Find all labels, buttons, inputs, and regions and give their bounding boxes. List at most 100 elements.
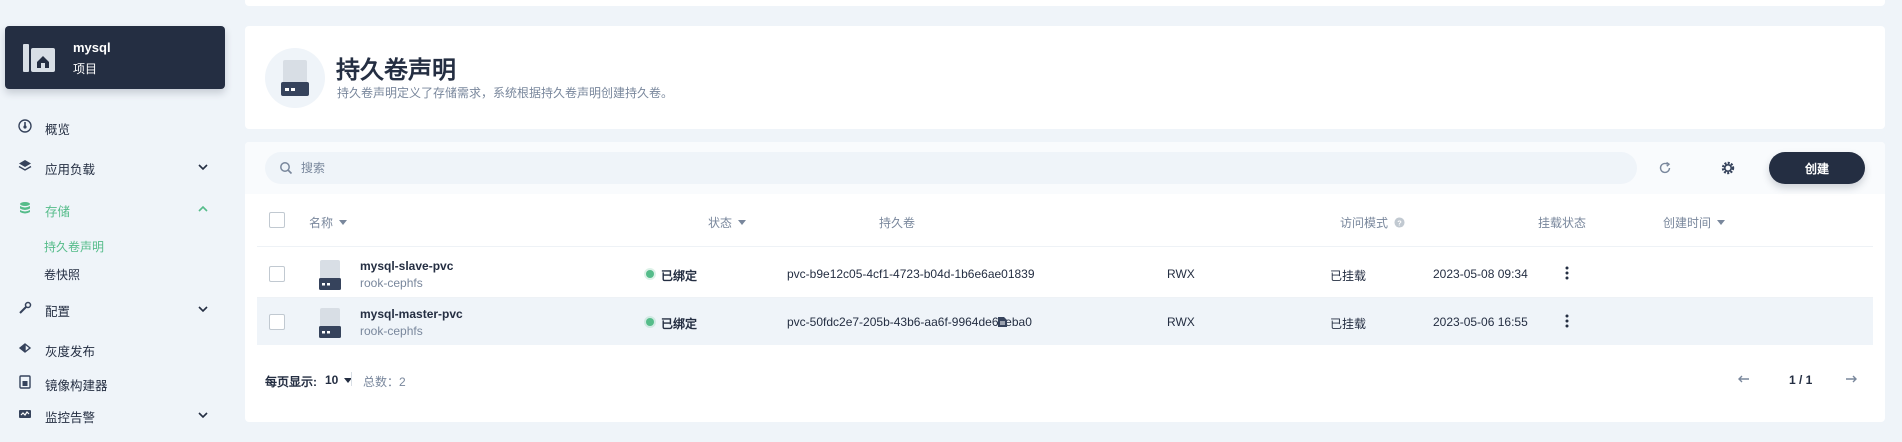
top-strip: [245, 0, 1885, 6]
sidebar-item-grayscale-release[interactable]: 灰度发布: [0, 334, 232, 362]
storage-class: rook-cephfs: [360, 324, 423, 338]
page-size-select[interactable]: 10: [325, 373, 353, 387]
sidebar-item-label: 存储: [45, 205, 71, 219]
mount-status: 已挂载: [1330, 317, 1367, 331]
access-mode: RWX: [1167, 267, 1195, 281]
caret-down-icon: [339, 220, 348, 225]
grayscale-release-icon: [18, 343, 32, 353]
project-type: 项目: [73, 62, 98, 76]
sidebar-item-label: 概览: [45, 123, 71, 137]
caret-down-icon: [738, 220, 747, 225]
sidebar-subitem-pvc[interactable]: 持久卷声明: [44, 238, 104, 255]
sidebar-item-storage[interactable]: 存储: [0, 194, 232, 222]
dashboard-icon: [18, 119, 32, 133]
project-name: mysql: [73, 40, 111, 55]
search-input[interactable]: [301, 152, 1621, 184]
row-checkbox[interactable]: [269, 266, 285, 282]
create-button[interactable]: 创建: [1769, 152, 1865, 184]
more-vertical-icon[interactable]: [1559, 264, 1575, 282]
page-size-value: 10: [325, 373, 339, 387]
pvc-list-card: 创建 名称 状态 持久卷 访问模式 ? 挂载状态 创建时间: [245, 142, 1885, 422]
select-all-checkbox[interactable]: [269, 212, 285, 228]
table-header: 名称 状态 持久卷 访问模式 ? 挂载状态 创建时间: [245, 194, 1885, 246]
svg-text:?: ?: [1397, 218, 1402, 227]
refresh-icon[interactable]: [1657, 160, 1673, 176]
chevron-up-icon: [198, 205, 208, 212]
search-box[interactable]: [265, 152, 1637, 184]
page-header: 持久卷声明 持久卷声明定义了存储需求，系统根据持久卷声明创建持久卷。: [245, 26, 1885, 129]
column-mount-status: 挂载状态: [1538, 214, 1586, 231]
sidebar-item-monitoring[interactable]: 监控告警: [0, 400, 232, 428]
list-toolbar: 创建: [245, 142, 1885, 194]
column-status[interactable]: 状态: [708, 214, 747, 231]
divider: [351, 372, 352, 386]
arrow-right-icon[interactable]: [1843, 371, 1859, 387]
help-icon[interactable]: ?: [1394, 217, 1405, 228]
sidebar-item-label: 镜像构建器: [45, 379, 108, 393]
sidebar-item-label: 应用负载: [45, 163, 96, 177]
pagination-footer: 每页显示: 10 总数：2 1 / 1: [245, 354, 1885, 404]
total-count: 总数：2: [363, 375, 406, 389]
sidebar-subitem-volume-snapshots[interactable]: 卷快照: [44, 266, 80, 283]
database-icon: [20, 202, 30, 214]
storage-disk-icon: [319, 308, 341, 338]
column-volume-label: 持久卷: [879, 216, 916, 230]
search-icon: [280, 162, 293, 175]
wrench-icon: [19, 301, 32, 314]
volume-name: pvc-50fdc2e7-205b-43b6-aa6f-9964de6eeba0: [787, 315, 1032, 329]
status-text: 已绑定: [661, 317, 698, 331]
page-size-label: 每页显示:: [265, 375, 317, 389]
column-access-mode-label: 访问模式: [1340, 216, 1389, 230]
layers-icon: [18, 160, 32, 171]
column-name[interactable]: 名称: [309, 214, 348, 231]
page-indicator: 1 / 1: [1789, 373, 1813, 387]
gear-icon[interactable]: [1720, 160, 1736, 176]
status-text: 已绑定: [661, 269, 698, 283]
copy-document-icon[interactable]: [997, 316, 1008, 328]
sidebar: mysql 项目 概览 应用负载 存储 持久卷声明 卷快照 配置 灰度发布 镜像…: [0, 0, 232, 442]
status-dot-icon: [646, 270, 654, 278]
monitoring-icon: [19, 410, 31, 418]
access-mode: RWX: [1167, 315, 1195, 329]
arrow-left-icon[interactable]: [1736, 371, 1752, 387]
table-row[interactable]: mysql-slave-pvc rook-cephfs 已绑定 pvc-b9e1…: [257, 250, 1873, 297]
column-status-label: 状态: [708, 216, 733, 230]
caret-down-icon: [1717, 220, 1726, 225]
chevron-down-icon: [198, 306, 208, 313]
storage-disk-icon: [281, 60, 309, 96]
more-vertical-icon[interactable]: [1559, 312, 1575, 330]
row-checkbox[interactable]: [269, 314, 285, 330]
sidebar-item-label: 灰度发布: [45, 345, 96, 359]
sidebar-item-label: 监控告警: [45, 411, 96, 425]
created-time: 2023-05-08 09:34: [1433, 267, 1528, 281]
status-dot-icon: [646, 318, 654, 326]
header-icon-background: [265, 48, 325, 108]
divider: [257, 246, 1873, 247]
page-title: 持久卷声明: [336, 57, 456, 84]
column-volume: 持久卷: [879, 214, 915, 231]
page-description: 持久卷声明定义了存储需求，系统根据持久卷声明创建持久卷。: [337, 86, 674, 100]
volume-name: pvc-b9e12c05-4cf1-4723-b04d-1b6e6ae01839: [787, 267, 1035, 281]
column-created-at-label: 创建时间: [1663, 216, 1712, 230]
sidebar-item-configuration[interactable]: 配置: [0, 294, 232, 322]
mount-status: 已挂载: [1330, 269, 1367, 283]
storage-disk-icon: [319, 260, 341, 290]
project-icon: [23, 44, 55, 72]
sidebar-item-overview[interactable]: 概览: [0, 112, 232, 140]
sidebar-item-image-builder[interactable]: 镜像构建器: [0, 368, 232, 396]
image-builder-icon: [19, 375, 31, 389]
sidebar-item-label: 配置: [45, 305, 71, 319]
column-name-label: 名称: [309, 216, 334, 230]
column-mount-status-label: 挂载状态: [1538, 216, 1587, 230]
pvc-name-link[interactable]: mysql-slave-pvc: [360, 259, 453, 273]
column-created-at[interactable]: 创建时间: [1663, 214, 1726, 231]
created-time: 2023-05-06 16:55: [1433, 315, 1528, 329]
chevron-down-icon: [198, 164, 208, 171]
pvc-name-link[interactable]: mysql-master-pvc: [360, 307, 463, 321]
chevron-down-icon: [198, 412, 208, 419]
storage-class: rook-cephfs: [360, 276, 423, 290]
sidebar-item-workloads[interactable]: 应用负载: [0, 152, 232, 180]
table-row[interactable]: mysql-master-pvc rook-cephfs 已绑定 pvc-50f…: [257, 298, 1873, 345]
column-access-mode: 访问模式 ?: [1340, 214, 1405, 231]
project-card[interactable]: mysql 项目: [5, 26, 225, 89]
